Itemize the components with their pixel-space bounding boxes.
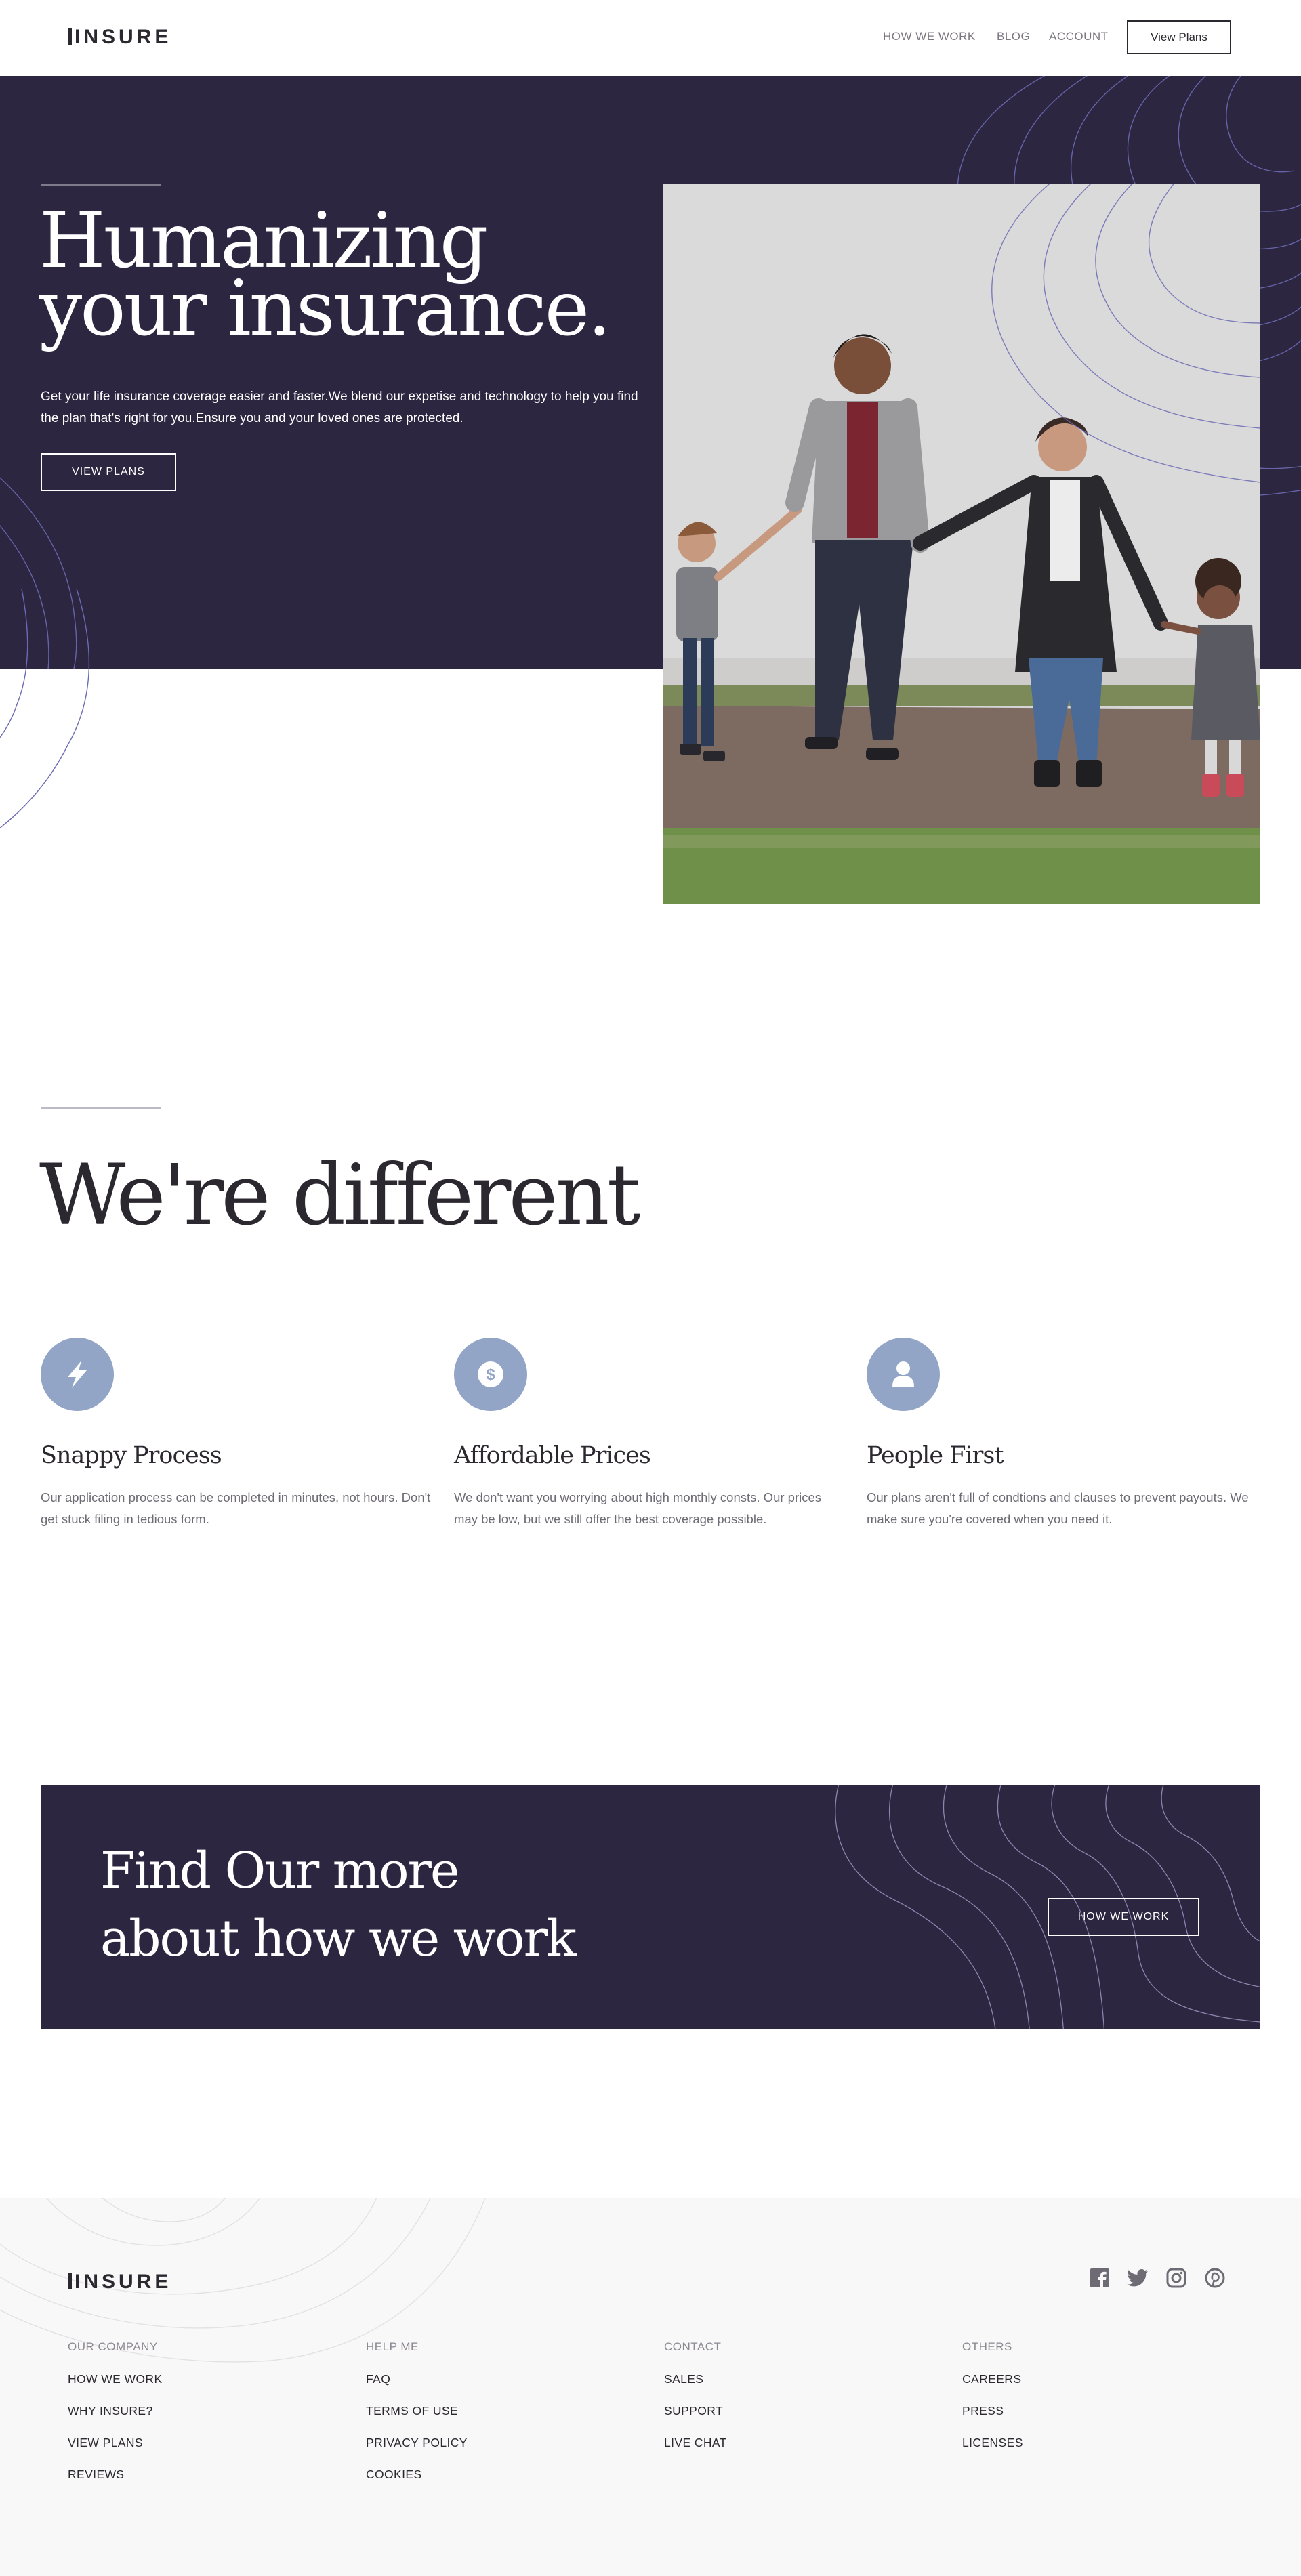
footer-link-how-we-work[interactable]: HOW WE WORK: [68, 2372, 339, 2388]
facebook-icon[interactable]: [1088, 2266, 1111, 2289]
logo-text: INSURE: [75, 26, 172, 48]
family-illustration: [663, 184, 1260, 904]
footer-column-heading: HELP ME: [366, 2340, 419, 2353]
footer-link-careers[interactable]: CAREERS: [962, 2372, 1233, 2388]
hero-title-line-2: your insurance.: [39, 265, 612, 353]
different-title: We're different: [39, 1147, 640, 1244]
footer-logo-text: INSURE: [75, 2271, 172, 2293]
footer-link-support[interactable]: SUPPORT: [664, 2404, 935, 2420]
hero-contour-lower: [0, 589, 90, 829]
footer-column-help: HELP ME FAQ TERMS OF USE PRIVACY POLICY …: [366, 2340, 637, 2484]
feature-affordable-prices: $ Affordable Prices We don't want you wo…: [454, 1338, 847, 1530]
footer-link-why-insure[interactable]: WHY INSURE?: [68, 2404, 339, 2420]
logo[interactable]: INSURE: [68, 26, 172, 48]
feature-title: Affordable Prices: [454, 1442, 651, 1469]
feature-title: People First: [867, 1442, 1004, 1469]
feature-text: Our application process can be completed…: [41, 1490, 431, 1526]
different-divider: [41, 1107, 161, 1109]
footer-column-contact: CONTACT SALES SUPPORT LIVE CHAT: [664, 2340, 935, 2452]
footer-link-faq[interactable]: FAQ: [366, 2372, 637, 2388]
cta-title-line-2: about how we work: [100, 1909, 577, 1968]
footer-column-heading: OUR COMPANY: [68, 2340, 158, 2353]
footer-link-sales[interactable]: SALES: [664, 2372, 935, 2388]
footer-link-privacy[interactable]: PRIVACY POLICY: [366, 2436, 637, 2452]
feature-people-first: People First Our plans aren't full of co…: [867, 1338, 1260, 1530]
nav-how-we-work[interactable]: HOW WE WORK: [883, 30, 976, 43]
footer-column-heading: OTHERS: [962, 2340, 1012, 2353]
feature-text: We don't want you worrying about high mo…: [454, 1490, 822, 1526]
footer-column-company: OUR COMPANY HOW WE WORK WHY INSURE? VIEW…: [68, 2340, 339, 2484]
person-icon: [867, 1338, 940, 1411]
footer-column-heading: CONTACT: [664, 2340, 722, 2353]
svg-text:$: $: [486, 1366, 495, 1384]
footer-column-others: OTHERS CAREERS PRESS LICENSES: [962, 2340, 1233, 2452]
feature-title: Snappy Process: [41, 1442, 222, 1469]
instagram-icon[interactable]: [1165, 2266, 1188, 2289]
footer-link-reviews[interactable]: REVIEWS: [68, 2468, 339, 2484]
pinterest-icon[interactable]: [1203, 2266, 1226, 2289]
lightning-icon: [41, 1338, 114, 1411]
hero-divider: [41, 184, 161, 186]
footer-link-terms[interactable]: TERMS OF USE: [366, 2404, 637, 2420]
footer-link-licenses[interactable]: LICENSES: [962, 2436, 1233, 2452]
footer-link-live-chat[interactable]: LIVE CHAT: [664, 2436, 935, 2452]
twitter-icon[interactable]: [1126, 2266, 1149, 2289]
cta-title-line-1: Find Our more: [100, 1842, 460, 1900]
footer-link-view-plans[interactable]: VIEW PLANS: [68, 2436, 339, 2452]
nav-blog[interactable]: BLOG: [997, 30, 1030, 43]
footer-logo[interactable]: INSURE: [68, 2271, 171, 2294]
footer-link-press[interactable]: PRESS: [962, 2404, 1233, 2420]
cta-title: Find Our more about how we work: [100, 1837, 710, 1972]
hero-title: Humanizing your insurance.: [39, 203, 649, 353]
feature-text: Our plans aren't full of condtions and c…: [867, 1490, 1249, 1526]
dollar-icon: $: [454, 1338, 527, 1411]
hero-family-photo: [663, 184, 1260, 904]
feature-snappy-process: Snappy Process Our application process c…: [41, 1338, 434, 1530]
hero-description: Get your life insurance coverage easier …: [41, 389, 638, 425]
how-we-work-button[interactable]: HOW WE WORK: [1048, 1898, 1199, 1936]
hero-view-plans-button[interactable]: VIEW PLANS: [41, 453, 176, 491]
view-plans-button[interactable]: View Plans: [1127, 20, 1231, 54]
nav-account[interactable]: ACCOUNT: [1049, 30, 1109, 43]
footer-link-cookies[interactable]: COOKIES: [366, 2468, 637, 2484]
